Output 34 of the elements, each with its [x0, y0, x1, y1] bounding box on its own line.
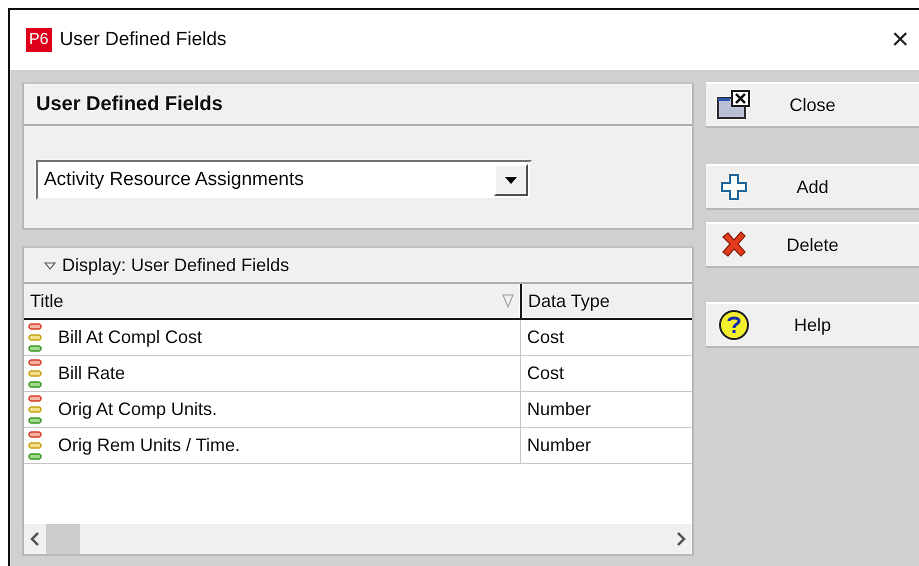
caret-icon: [505, 176, 517, 184]
delete-button[interactable]: Delete: [706, 222, 919, 268]
close-icon[interactable]: ×: [891, 25, 909, 55]
column-header[interactable]: Data Type: [520, 284, 692, 318]
plus-icon: [721, 174, 747, 200]
table-cell: Number: [520, 392, 692, 427]
delete-icon: [720, 231, 748, 259]
help-button[interactable]: Help: [706, 302, 919, 348]
table-cell: Cost: [520, 356, 692, 391]
add-button[interactable]: Add: [706, 164, 919, 210]
app-logo: P6: [26, 28, 52, 52]
help-icon: [718, 309, 750, 341]
scroll-thumb[interactable]: [46, 524, 80, 554]
table-cell: Number: [520, 428, 692, 463]
table-cell-text: Bill At Compl Cost: [57, 327, 202, 348]
scroll-left-icon[interactable]: [30, 532, 40, 546]
table-cell-text: Bill Rate: [57, 363, 126, 384]
field-icon: [28, 430, 42, 460]
category-dropdown[interactable]: Activity Resource Assignments: [36, 160, 532, 200]
window-title: User Defined Fields: [60, 29, 228, 51]
panel-heading: User Defined Fields: [24, 84, 692, 126]
horizontal-scrollbar[interactable]: [24, 524, 692, 554]
collapse-triangle-icon[interactable]: [44, 260, 56, 270]
table-cell-text: Orig Rem Units / Time.: [57, 435, 240, 456]
window-close-icon: [717, 90, 751, 120]
field-icon: [28, 358, 42, 388]
column-header[interactable]: Title: [24, 284, 520, 318]
field-icon: [28, 322, 42, 352]
table-cell: Cost: [520, 320, 692, 355]
display-title: Display: User Defined Fields: [62, 254, 290, 276]
scroll-right-icon[interactable]: [676, 532, 686, 546]
close-button[interactable]: Close: [706, 82, 919, 128]
table-cell-text: Orig At Comp Units.: [57, 399, 218, 420]
field-icon: [28, 394, 42, 424]
